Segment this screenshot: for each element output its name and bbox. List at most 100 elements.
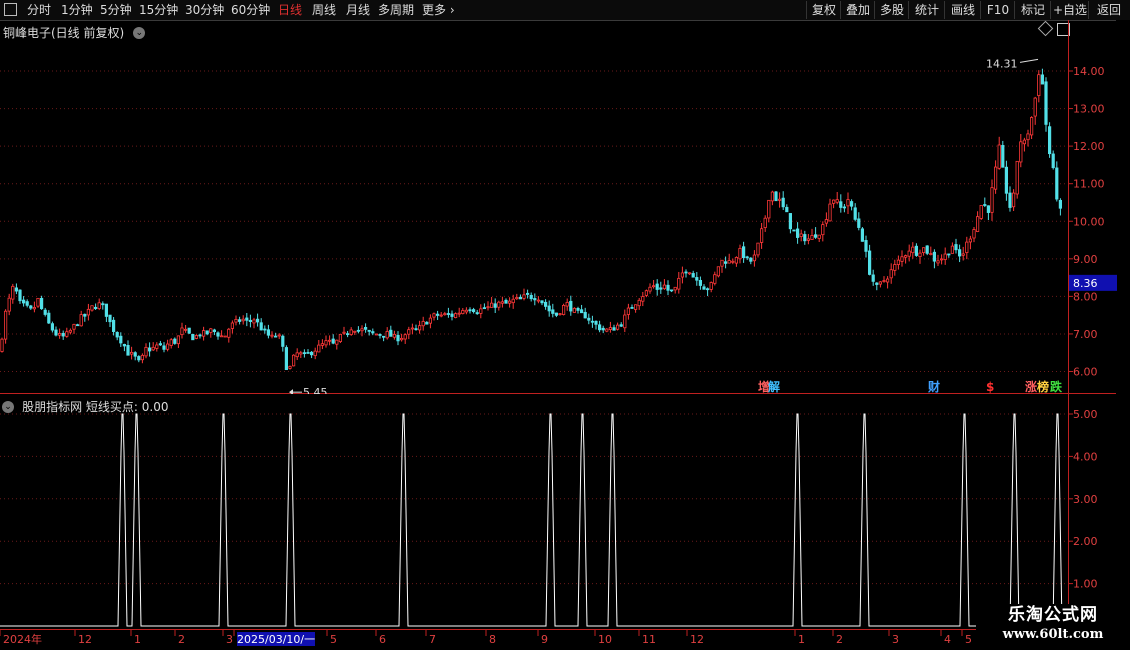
period-tab-9[interactable]: 多周期 — [378, 2, 414, 18]
tool-button-0[interactable]: 复权 — [806, 1, 841, 19]
candle-body — [255, 318, 260, 323]
x-tick-label: 1 — [798, 633, 805, 646]
candle-body — [241, 318, 245, 322]
tool-button-7[interactable]: +自选 — [1050, 1, 1089, 19]
indicator-chart[interactable]: 5.00 4.00 3.00 2.00 1.00 — [0, 394, 1130, 630]
period-tab-6[interactable]: 日线 — [278, 2, 302, 18]
candle-body — [295, 352, 299, 358]
y-tick-label: 14.00 — [1073, 65, 1105, 78]
candle-body — [785, 206, 789, 213]
candle-body — [900, 256, 904, 262]
candle-body — [526, 292, 530, 295]
candlestick-chart[interactable]: 6.00 7.00 8.00 9.00 10.00 11.00 12.00 13.00 14.0… — [0, 20, 1130, 394]
candle-body — [468, 309, 472, 312]
candle-body — [338, 333, 343, 342]
period-tab-4[interactable]: 30分钟 — [185, 2, 224, 18]
candle-body — [104, 303, 108, 317]
candle-body — [389, 329, 393, 337]
candle-body — [706, 288, 710, 291]
candle-body — [792, 229, 796, 232]
candle-body — [421, 321, 425, 327]
candle-body — [147, 347, 152, 352]
candle-body — [896, 259, 901, 265]
candle-body — [270, 334, 274, 337]
period-tab-10[interactable]: 更多 › — [422, 2, 455, 18]
candle-body — [598, 324, 602, 331]
candle-body — [882, 280, 886, 282]
candle-body — [58, 333, 62, 336]
candle-body — [947, 253, 951, 256]
tool-button-8[interactable]: 返回 — [1088, 1, 1129, 19]
candle-body — [958, 249, 962, 257]
candle-body — [399, 337, 404, 341]
period-tab-0[interactable]: 分时 — [27, 2, 51, 18]
candle-body — [702, 286, 706, 290]
candle-body — [562, 305, 566, 315]
tool-button-3[interactable]: 统计 — [908, 1, 945, 19]
candle-body — [360, 328, 364, 332]
candle-body — [94, 306, 98, 309]
candle-body — [864, 240, 868, 252]
right-edge — [1116, 20, 1130, 394]
tool-button-5[interactable]: F10 — [980, 1, 1015, 19]
candle-body — [788, 213, 793, 230]
candle-body — [554, 312, 559, 316]
candle-body — [108, 314, 112, 323]
candle-body — [565, 302, 569, 307]
candle-body — [763, 217, 767, 228]
candle-body — [385, 331, 389, 339]
candle-body — [230, 322, 234, 329]
candle-body — [734, 257, 739, 264]
candle-body — [191, 333, 195, 341]
tool-button-2[interactable]: 多股 — [874, 1, 909, 19]
candle-body — [601, 327, 605, 331]
candle-body — [533, 298, 537, 301]
candle-body — [284, 347, 289, 371]
candle-body — [608, 327, 613, 330]
x-tick-label: 6 — [379, 633, 386, 646]
candle-body — [500, 301, 505, 304]
candle-body — [518, 296, 523, 300]
candle-body — [745, 256, 749, 259]
candle-body — [616, 324, 620, 330]
candle-body — [158, 343, 162, 346]
candle-body — [587, 317, 591, 321]
window-icon[interactable] — [4, 3, 17, 16]
current-price-label: 8.36 — [1073, 277, 1098, 290]
candle-body — [839, 201, 843, 208]
candle-body — [889, 269, 893, 279]
y-tick-label: 1.00 — [1073, 578, 1098, 591]
candle-body — [569, 300, 573, 312]
candle-body — [169, 339, 173, 346]
period-tab-2[interactable]: 5分钟 — [100, 2, 132, 18]
candle-body — [65, 331, 69, 337]
period-tab-5[interactable]: 60分钟 — [231, 2, 270, 18]
candle-body — [954, 244, 958, 251]
candle-body — [450, 313, 454, 317]
period-tab-7[interactable]: 周线 — [312, 2, 336, 18]
candle-body — [551, 309, 555, 314]
tool-button-1[interactable]: 叠加 — [840, 1, 875, 19]
candle-body — [1030, 117, 1034, 136]
period-tab-3[interactable]: 15分钟 — [139, 2, 178, 18]
candle-body — [695, 277, 699, 281]
period-tab-8[interactable]: 月线 — [346, 2, 370, 18]
candle-body — [461, 310, 465, 315]
time-axis[interactable]: 2024年 12 1 2 3 2025/03/10/一 5 6 7 8 9 10 11 12 1 2 3 4 5 — [0, 630, 1130, 650]
candle-body — [14, 287, 18, 292]
signal-line — [0, 413, 1064, 627]
tool-button-6[interactable]: 标记 — [1014, 1, 1051, 19]
candle-body — [0, 338, 4, 352]
candle-body — [590, 320, 595, 323]
x-tick-label: 7 — [429, 633, 436, 646]
tool-button-4[interactable]: 画线 — [944, 1, 981, 19]
period-tab-1[interactable]: 1分钟 — [61, 2, 93, 18]
candle-body — [670, 289, 674, 292]
candle-body — [1055, 167, 1059, 200]
candle-body — [857, 218, 861, 228]
candle-body — [752, 254, 757, 262]
candle-body — [371, 331, 375, 334]
x-tick-label: 5 — [965, 633, 972, 646]
candle-body — [619, 324, 623, 327]
candle-body — [1015, 160, 1019, 195]
